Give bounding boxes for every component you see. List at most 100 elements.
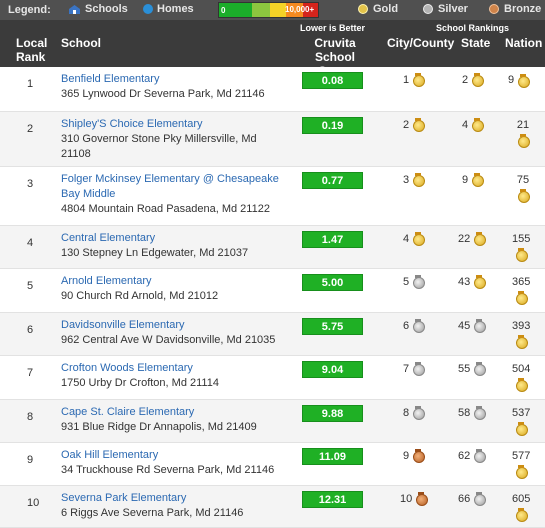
header-school[interactable]: School (61, 36, 101, 50)
city-county-rank: 2 (403, 118, 426, 132)
school-score-badge: 11.09 (302, 448, 363, 465)
state-rank-value: 66 (458, 492, 471, 505)
bronze-medal-icon (489, 4, 499, 14)
school-icon (69, 4, 80, 14)
state-rank-value: 43 (458, 275, 471, 288)
state-rank: 2 (462, 73, 485, 87)
silver-medal-icon (423, 4, 433, 14)
header-city-county[interactable]: City/County (387, 36, 454, 50)
nation-rank: 9 (508, 73, 531, 88)
local-rank: 4 (27, 237, 34, 249)
city-county-rank: 4 (403, 232, 426, 246)
table-row: 10 Severna Park Elementary 6 Riggs Ave S… (0, 486, 545, 528)
silver-medal-icon (473, 449, 487, 463)
local-rank: 8 (27, 411, 34, 423)
state-rank: 43 (458, 275, 487, 289)
gold-medal-icon (515, 507, 528, 522)
nation-rank-value: 21 (516, 119, 530, 131)
state-rank: 9 (462, 173, 485, 187)
city-county-rank: 9 (403, 449, 426, 463)
header-rankings-group: School Rankings (436, 23, 510, 33)
legend-title: Legend: (8, 4, 51, 16)
header-local-rank[interactable]: Local Rank (16, 36, 47, 64)
state-rank-value: 55 (458, 362, 471, 375)
nation-rank: 577 (512, 449, 530, 479)
header-state[interactable]: State (461, 36, 490, 50)
legend-homes-label: Homes (157, 3, 194, 15)
legend-schools[interactable]: Schools (68, 3, 128, 15)
silver-medal-icon (473, 362, 487, 376)
bronze-medal-icon (415, 492, 429, 506)
school-score-badge: 12.31 (302, 491, 363, 508)
city-county-rank: 3 (403, 173, 426, 187)
school-score-badge: 0.19 (302, 117, 363, 134)
state-rank: 45 (458, 319, 487, 333)
header-nation[interactable]: Nation (505, 36, 542, 50)
scale-segment-yellow (270, 3, 286, 17)
legend-silver-label: Silver (438, 3, 468, 15)
table-row: 6 Davidsonville Elementary 962 Central A… (0, 313, 545, 356)
gold-medal-icon (412, 118, 426, 132)
legend-bar: Legend: Schools Homes 0 10,000+ Gold Sil… (0, 0, 545, 20)
state-rank: 66 (458, 492, 487, 506)
legend-bronze: Bronze (489, 3, 541, 15)
nation-rank: 605 (512, 492, 530, 522)
city-county-rank: 6 (403, 319, 426, 333)
score-color-scale: 0 10,000+ (218, 2, 319, 18)
school-address: 931 Blue Ridge Dr Annapolis, Md 21409 (61, 421, 257, 433)
city-county-rank-value: 7 (403, 362, 410, 375)
state-rank: 58 (458, 406, 487, 420)
legend-homes[interactable]: Homes (143, 3, 194, 15)
gold-medal-icon (471, 173, 485, 187)
gold-medal-icon (517, 73, 531, 88)
school-name-link[interactable]: Folger Mckinsey Elementary @ Chesapeake … (61, 172, 296, 202)
silver-medal-icon (473, 319, 487, 333)
gold-medal-icon (412, 73, 426, 87)
gold-medal-icon (515, 334, 528, 349)
school-address: 1750 Urby Dr Crofton, Md 21114 (61, 377, 219, 389)
city-county-rank: 5 (403, 275, 426, 289)
gold-medal-icon (471, 73, 485, 87)
local-rank: 6 (27, 324, 34, 336)
school-score-badge: 9.88 (302, 405, 363, 422)
legend-gold: Gold (358, 3, 398, 15)
local-rank: 2 (27, 123, 34, 135)
nation-rank: 21 (514, 118, 532, 148)
school-address: 962 Central Ave W Davidsonville, Md 2103… (61, 334, 276, 346)
nation-rank-value: 537 (512, 407, 531, 419)
city-county-rank-value: 6 (403, 319, 410, 332)
silver-medal-icon (473, 406, 487, 420)
state-rank: 55 (458, 362, 487, 376)
state-rank-value: 9 (462, 173, 469, 186)
gold-medal-icon (517, 133, 530, 148)
gold-medal-icon (515, 421, 528, 436)
school-address: 90 Church Rd Arnold, Md 21012 (61, 290, 219, 302)
school-score-badge: 5.00 (302, 274, 363, 291)
nation-rank-value: 504 (512, 363, 531, 375)
state-rank-value: 22 (458, 232, 471, 245)
nation-rank: 75 (514, 173, 532, 203)
city-county-rank-value: 8 (403, 406, 410, 419)
school-address: 6 Riggs Ave Severna Park, Md 21146 (61, 507, 244, 519)
school-score-badge: 9.04 (302, 361, 363, 378)
gold-medal-icon (358, 4, 368, 14)
gold-medal-icon (515, 377, 528, 392)
gold-medal-icon (515, 290, 528, 305)
nation-rank: 504 (512, 362, 530, 392)
school-address: 365 Lynwood Dr Severna Park, Md 21146 (61, 88, 265, 100)
school-score-badge: 5.75 (302, 318, 363, 335)
city-county-rank: 8 (403, 406, 426, 420)
legend-schools-label: Schools (85, 3, 128, 15)
city-county-rank-value: 9 (403, 449, 410, 462)
nation-rank: 393 (512, 319, 530, 349)
local-rank: 7 (27, 367, 34, 379)
gold-medal-icon (412, 232, 426, 246)
city-county-rank-value: 3 (403, 173, 410, 186)
table-header: Local Rank School Lower is Better Cruvit… (0, 20, 545, 78)
city-county-rank: 10 (400, 492, 429, 506)
silver-medal-icon (412, 319, 426, 333)
table-row: 3 Folger Mckinsey Elementary @ Chesapeak… (0, 167, 545, 226)
school-score-badge: 1.47 (302, 231, 363, 248)
school-address: 130 Stepney Ln Edgewater, Md 21037 (61, 247, 249, 259)
gold-medal-icon (473, 275, 487, 289)
